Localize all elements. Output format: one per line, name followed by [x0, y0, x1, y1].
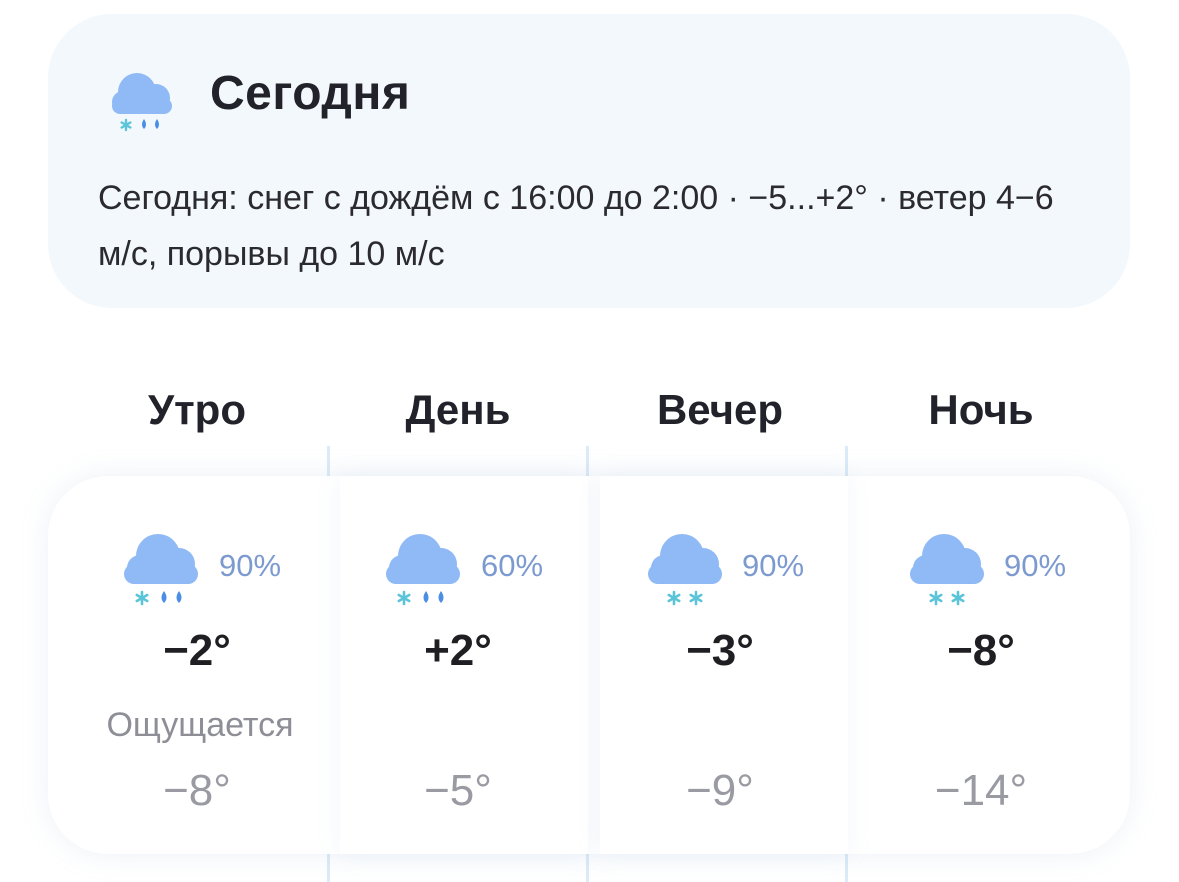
precip-probability-night: 90% [1004, 548, 1067, 583]
today-summary-text: Сегодня: снег с дождём с 16:00 до 2:00 ·… [98, 179, 1054, 273]
period-header-day: День [405, 386, 511, 433]
precip-probability-day: 60% [481, 548, 544, 583]
precip-probability-evening: 90% [742, 548, 805, 583]
snow-rain-icon [386, 534, 460, 606]
period-header-night: Ночь [928, 386, 1034, 433]
period-header-morning: Утро [147, 386, 246, 433]
feels-like-night: −14° [934, 766, 1028, 815]
feels-like-label: Ощущается [106, 706, 294, 744]
temperature-evening: −3° [686, 626, 754, 675]
temperature-day: +2° [424, 626, 492, 675]
snow-icon [910, 534, 984, 606]
temperature-night: −8° [947, 626, 1015, 675]
temperature-morning: −2° [163, 626, 231, 675]
period-header-evening: Вечер [656, 386, 784, 433]
precip-probability-morning: 90% [219, 548, 282, 583]
feels-like-morning: −8° [163, 766, 231, 815]
today-title: Сегодня [210, 67, 411, 120]
today-summary-card[interactable]: Сегодня Сегодня: снег с дождём с 16:00 д… [48, 14, 1130, 308]
feels-like-evening: −9° [686, 766, 754, 815]
snow-icon [648, 534, 722, 606]
snow-rain-icon [112, 73, 172, 132]
snow-rain-icon [124, 534, 198, 606]
feels-like-day: −5° [424, 766, 492, 815]
